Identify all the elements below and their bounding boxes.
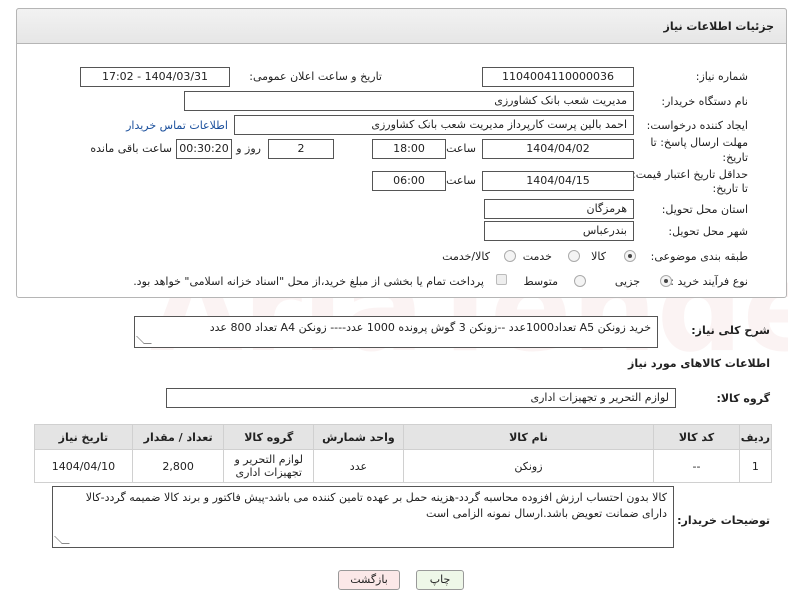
- table-row: 1 -- زونکن عدد لوازم التحریر و تجهیزات ا…: [34, 449, 773, 483]
- deadline-time-label: ساعت: [446, 142, 476, 155]
- requester-label: ایجاد کننده درخواست:: [646, 119, 748, 132]
- col-row: ردیف: [738, 424, 773, 450]
- announce-field: 1404/03/31 - 17:02: [80, 67, 230, 87]
- payment-note: پرداخت تمام یا بخشی از مبلغ خرید،از محل …: [133, 275, 484, 288]
- buyer-notes-textarea[interactable]: کالا بدون احتساب ارزش افزوده محاسبه گردد…: [52, 486, 674, 548]
- days-label: روز و: [236, 142, 261, 155]
- days-field: 2: [268, 139, 334, 159]
- remaining-label: ساعت باقی مانده: [90, 142, 172, 155]
- need-number-field: 1104004110000036: [482, 67, 634, 87]
- treasury-checkbox[interactable]: [496, 274, 507, 285]
- price-valid-time-field: 06:00: [372, 171, 446, 191]
- cell-group: لوازم التحریر و تجهیزات اداری: [223, 449, 315, 483]
- col-date: تاریخ نیاز: [34, 424, 133, 450]
- table-header-row: ردیف کد کالا نام کالا واحد شمارش گروه کا…: [34, 424, 773, 450]
- cell-code: --: [653, 449, 740, 483]
- col-quantity: تعداد / مقدار: [131, 424, 225, 450]
- goods-group-label: گروه کالا:: [716, 392, 770, 405]
- col-group: گروه کالا: [223, 424, 315, 450]
- cell-date: 1404/04/10: [34, 449, 133, 483]
- description-label: شرح کلی نیاز:: [691, 324, 770, 337]
- process-radio-medium[interactable]: [574, 275, 586, 287]
- cell-quantity: 2,800: [131, 449, 225, 483]
- goods-info-title: اطلاعات کالاهای مورد نیاز: [628, 357, 770, 370]
- cell-unit: عدد: [313, 449, 404, 483]
- buyer-org-label: نام دستگاه خریدار:: [661, 95, 748, 108]
- announce-label: تاریخ و ساعت اعلان عمومی:: [249, 70, 382, 83]
- print-button[interactable]: چاپ: [416, 570, 464, 590]
- category-radio-service[interactable]: [568, 250, 580, 262]
- process-radio-minor[interactable]: [660, 275, 672, 287]
- category-option-both: کالا/خدمت: [442, 250, 490, 263]
- deadline-time-field: 18:00: [372, 139, 446, 159]
- cell-name: زونکن: [402, 449, 655, 483]
- price-valid-label-2: تا تاریخ:: [712, 182, 748, 195]
- province-label: استان محل تحویل:: [661, 203, 748, 216]
- category-option-service: خدمت: [522, 250, 552, 263]
- goods-table: ردیف کد کالا نام کالا واحد شمارش گروه کا…: [34, 424, 773, 483]
- price-valid-label: حداقل تاریخ اعتبار قیمت:: [632, 168, 748, 181]
- description-textarea[interactable]: خرید زونکن A5 تعداد1000عدد --زونکن 3 گوش…: [134, 316, 658, 348]
- category-option-goods: کالا: [591, 250, 606, 263]
- province-field: هرمزگان: [484, 199, 634, 219]
- deadline-date-field: 1404/04/02: [482, 139, 634, 159]
- requester-field: احمد بالین پرست کارپرداز مدیریت شعب بانک…: [234, 115, 634, 135]
- contact-info-link[interactable]: اطلاعات تماس خریدار: [126, 119, 228, 132]
- buyer-org-field: مدیریت شعب بانک کشاورزی: [184, 91, 634, 111]
- need-number-label: شماره نیاز:: [695, 70, 748, 83]
- buyer-notes-label: توضیحات خریدار:: [677, 514, 770, 527]
- panel-header: جزئیات اطلاعات نیاز: [16, 8, 787, 44]
- col-unit: واحد شمارش: [313, 424, 404, 450]
- col-code: کد کالا: [653, 424, 740, 450]
- process-option-minor: جزیی: [614, 275, 640, 288]
- category-radio-goods[interactable]: [624, 250, 636, 262]
- deadline-label-2: تاریخ:: [722, 151, 748, 164]
- back-button[interactable]: بازگشت: [338, 570, 400, 590]
- category-label: طبقه بندی موضوعی:: [650, 250, 748, 263]
- category-radio-both[interactable]: [504, 250, 516, 262]
- process-label: نوع فرآیند خرید :: [670, 275, 748, 288]
- price-valid-time-label: ساعت: [446, 174, 476, 187]
- page-title: جزئیات اطلاعات نیاز: [663, 20, 775, 33]
- deadline-label: مهلت ارسال پاسخ: تا: [650, 136, 748, 149]
- cell-row: 1: [738, 449, 773, 483]
- city-label: شهر محل تحویل:: [668, 225, 748, 238]
- col-name: نام کالا: [402, 424, 655, 450]
- city-field: بندرعباس: [484, 221, 634, 241]
- goods-group-field: لوازم التحریر و تجهیزات اداری: [166, 388, 676, 408]
- remaining-time-field: 00:30:20: [176, 139, 232, 159]
- process-option-medium: متوسط: [523, 275, 558, 288]
- price-valid-date-field: 1404/04/15: [482, 171, 634, 191]
